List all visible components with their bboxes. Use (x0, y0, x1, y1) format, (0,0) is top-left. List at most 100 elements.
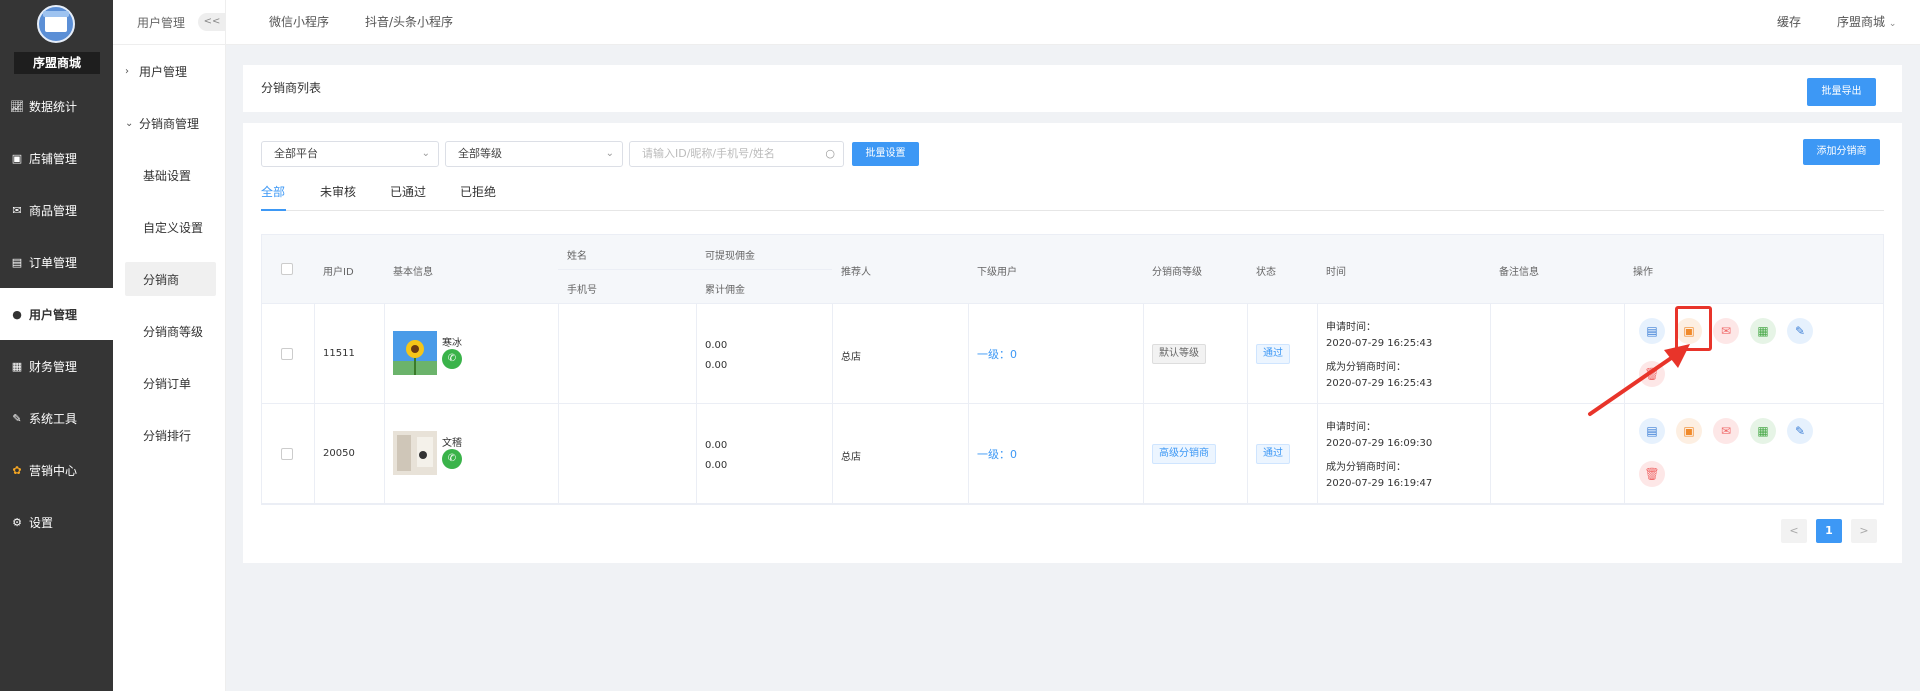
subnav-group-label: 用户管理 (139, 64, 188, 79)
brand-logo[interactable]: 序盟商城 (0, 0, 113, 80)
sidebar-item-goods[interactable]: ✉ 商品管理 (0, 184, 113, 236)
row-subordinates-link[interactable]: 一级：0 (977, 446, 1017, 462)
row-nickname: 文稽 (442, 438, 462, 449)
pagination-next[interactable]: > (1851, 519, 1877, 543)
platform-select-value: 全部平台 (274, 147, 318, 160)
row-referrer: 总店 (841, 452, 861, 463)
list-header-panel: 分销商列表 批量导出 (243, 65, 1902, 112)
sidebar-item-tools[interactable]: ✎ 系统工具 (0, 392, 113, 444)
row-referrer: 总店 (841, 352, 861, 363)
header-referrer: 推荐人 (841, 267, 871, 278)
row-become-label: 成为分销商时间： (1326, 462, 1406, 473)
sidebar-item-store[interactable]: ▣ 店铺管理 (0, 132, 113, 184)
search-icon: ○ (825, 147, 835, 160)
header-total-commission: 累计佣金 (705, 285, 745, 296)
marketing-icon: ✿ (12, 463, 22, 477)
qrcode-icon[interactable]: ▦ (1750, 318, 1776, 344)
sidebar-item-label: 店铺管理 (29, 151, 78, 166)
sidebar-item-label: 系统工具 (29, 411, 78, 426)
header-remark: 备注信息 (1499, 267, 1539, 278)
header-subordinates: 下级用户 (977, 267, 1017, 278)
order-icon: ▤ (11, 255, 23, 269)
edit-icon[interactable]: ✎ (1787, 418, 1813, 444)
sidebar-item-label: 财务管理 (29, 359, 78, 374)
header-basic-info: 基本信息 (393, 267, 433, 278)
row-apply-time: 2020-07-29 16:09:30 (1326, 438, 1433, 449)
pagination-page-1[interactable]: 1 (1816, 519, 1842, 543)
edit-icon[interactable]: ✎ (1787, 318, 1813, 344)
platform-select[interactable]: 全部平台 ⌄ (261, 141, 439, 167)
store-icon: ▣ (11, 151, 23, 165)
tab-rejected[interactable]: 已拒绝 (460, 183, 496, 211)
select-all-checkbox[interactable] (281, 263, 293, 275)
status-tabs: 全部 未审核 已通过 已拒绝 (261, 183, 1884, 211)
level-select[interactable]: 全部等级 ⌄ (445, 141, 623, 167)
cache-link[interactable]: 缓存 (1777, 0, 1801, 45)
chevron-down-icon: ⌄ (605, 148, 614, 159)
row-apply-label: 申请时间： (1326, 422, 1376, 433)
sidebar-item-users[interactable]: ● 用户管理 (0, 288, 113, 340)
subnav-group-distributors[interactable]: ⌄ 分销商管理 (113, 97, 225, 149)
chevron-down-icon: ⌄ (125, 117, 134, 129)
row-checkbox[interactable] (281, 448, 293, 460)
wechat-icon: ✆ (442, 349, 462, 369)
collapse-button[interactable]: << (198, 13, 226, 31)
sidebar-item-settings[interactable]: ⚙ 设置 (0, 496, 113, 548)
table-header: 用户ID 基本信息 姓名 手机号 可提现佣金 累计佣金 推荐人 下级用户 分销商… (262, 235, 1883, 304)
row-user-id: 20050 (323, 448, 355, 459)
level-badge: 默认等级 (1152, 344, 1206, 364)
qrcode-icon[interactable]: ▦ (1750, 418, 1776, 444)
sidebar-item-finance[interactable]: ▦ 财务管理 (0, 340, 113, 392)
pagination-prev[interactable]: < (1781, 519, 1807, 543)
row-subordinates-link[interactable]: 一级：0 (977, 346, 1017, 362)
subnav-item-distributor-levels[interactable]: 分销商等级 (113, 305, 225, 357)
shop-menu[interactable]: 序盟商城 ⌄ (1837, 0, 1896, 45)
subnav-item-distribution-orders[interactable]: 分销订单 (113, 357, 225, 409)
sidebar-item-marketing[interactable]: ✿ 营销中心 (0, 444, 113, 496)
delete-icon[interactable]: 🗑︎ (1639, 461, 1665, 487)
header-time: 时间 (1326, 267, 1346, 278)
row-nickname: 寒冰 (442, 338, 462, 349)
sidebar-item-label: 订单管理 (29, 255, 78, 270)
user-icon: ● (12, 307, 22, 321)
subnav-group-users[interactable]: › 用户管理 (113, 45, 225, 97)
chevron-down-icon: ⌄ (1888, 19, 1897, 29)
subnav-group-label: 分销商管理 (139, 116, 200, 131)
row-checkbox[interactable] (281, 348, 293, 360)
header-phone: 手机号 (567, 285, 597, 296)
tab-approved[interactable]: 已通过 (390, 183, 426, 211)
header-name: 姓名 (567, 251, 587, 262)
shop-name: 序盟商城 (1837, 15, 1886, 29)
subnav-item-distributors[interactable]: 分销商 (125, 262, 216, 296)
chevron-down-icon: ⌄ (421, 148, 430, 159)
sidebar-item-label: 用户管理 (29, 307, 78, 322)
add-distributor-button[interactable]: 添加分销商 (1803, 139, 1880, 165)
chart-icon: 📈︎ (10, 99, 24, 113)
subnav-item-distribution-ranking[interactable]: 分销排行 (113, 409, 225, 461)
sidebar-item-orders[interactable]: ▤ 订单管理 (0, 236, 113, 288)
sidebar-item-data-stats[interactable]: 📈︎ 数据统计 (0, 80, 113, 132)
row-apply-time: 2020-07-29 16:25:43 (1326, 338, 1433, 349)
batch-settings-button[interactable]: 批量设置 (852, 142, 919, 166)
top-tab-wechat[interactable]: 微信小程序 (269, 0, 329, 45)
message-icon[interactable]: ✉ (1713, 418, 1739, 444)
message-icon[interactable]: ✉ (1713, 318, 1739, 344)
level-badge: 高级分销商 (1152, 444, 1216, 464)
batch-export-button[interactable]: 批量导出 (1807, 78, 1876, 106)
subnav-item-basic-settings[interactable]: 基础设置 (113, 149, 225, 201)
chevron-right-icon: › (125, 65, 129, 77)
goods-icon: ✉ (12, 203, 22, 217)
finance-icon: ▦ (11, 359, 23, 373)
search-input[interactable]: 请输入ID/昵称/手机号/姓名 ○ (629, 141, 844, 167)
sub-navigation: 用户管理 << › 用户管理 ⌄ 分销商管理 基础设置 自定义设置 分销商 分销商等… (113, 0, 226, 691)
header-operations: 操作 (1633, 267, 1653, 278)
row-become-label: 成为分销商时间： (1326, 362, 1406, 373)
subnav-item-custom-settings[interactable]: 自定义设置 (113, 201, 225, 253)
tab-all[interactable]: 全部 (261, 183, 286, 211)
header-status: 状态 (1256, 267, 1276, 278)
row-user-id: 11511 (323, 348, 355, 359)
tab-pending[interactable]: 未审核 (320, 183, 356, 211)
status-badge: 通过 (1256, 344, 1290, 364)
level-select-value: 全部等级 (458, 147, 502, 160)
top-tab-douyin[interactable]: 抖音/头条小程序 (365, 0, 453, 45)
